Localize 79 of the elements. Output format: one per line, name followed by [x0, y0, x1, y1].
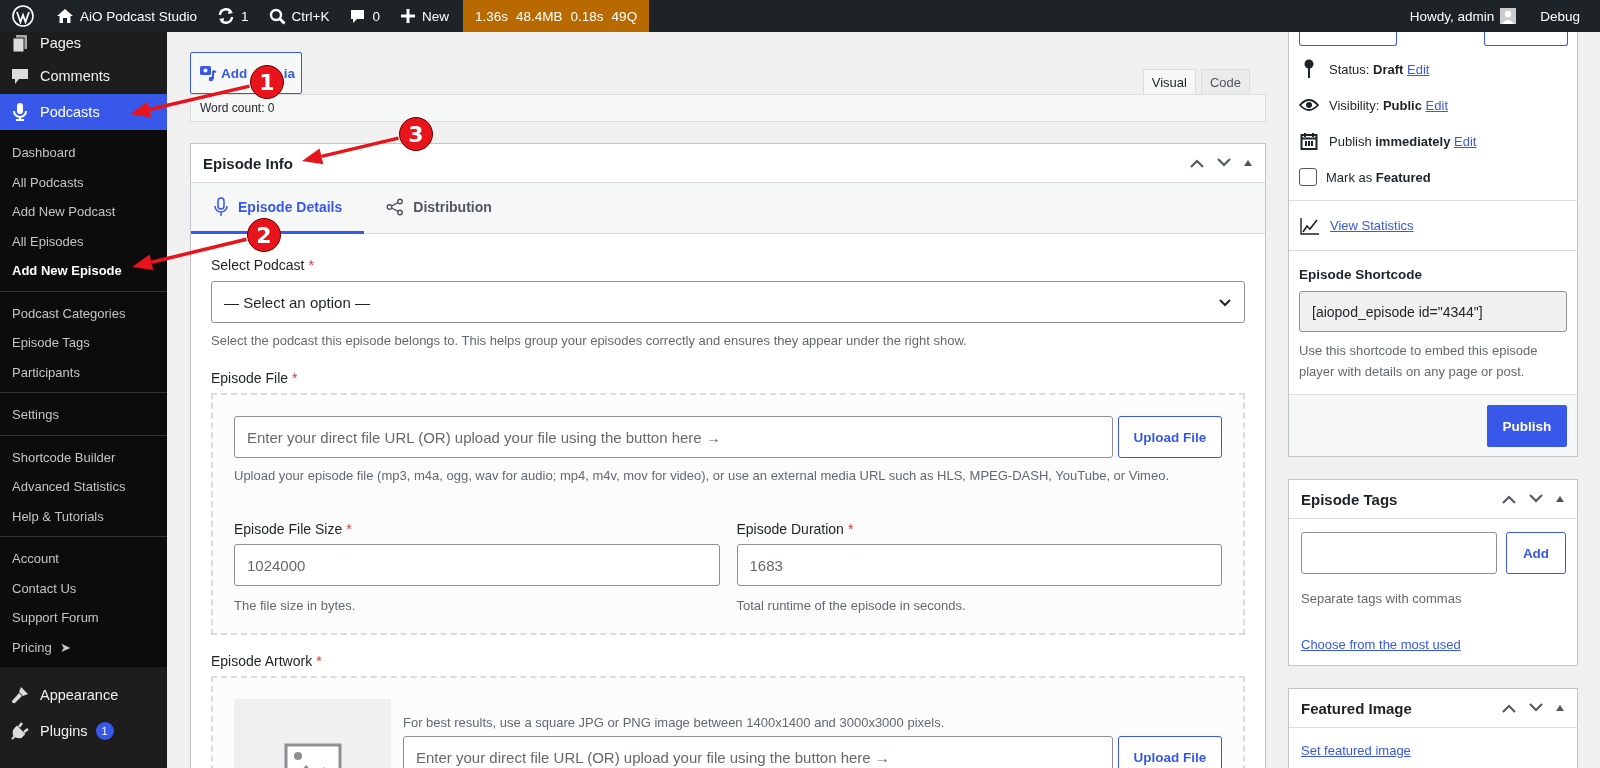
- podcast-select[interactable]: — Select an option —: [211, 281, 1245, 323]
- site-link[interactable]: AiO Podcast Studio: [46, 8, 208, 24]
- submenu-item[interactable]: All Episodes: [0, 226, 167, 256]
- status-text: Publish immediately Edit: [1329, 133, 1477, 149]
- number-input[interactable]: 1683: [736, 544, 1222, 586]
- panel-title: Featured Image: [1301, 699, 1412, 717]
- add-tag-button[interactable]: Add: [1506, 532, 1566, 574]
- help-text: The file size in bytes.: [234, 597, 357, 615]
- field-label: Episode File: [211, 370, 289, 386]
- editor-mode-tab[interactable]: Visual: [1142, 69, 1196, 94]
- submenu-item[interactable]: Shortcode Builder: [0, 442, 167, 472]
- sidebar-item[interactable]: Podcasts: [0, 94, 167, 130]
- submenu-item[interactable]: Advanced Statistics: [0, 472, 167, 502]
- submenu-item[interactable]: Support Forum: [0, 603, 167, 633]
- upload-file-button[interactable]: Upload File: [1118, 736, 1222, 768]
- field-label: Select Podcast: [211, 257, 305, 273]
- sidebar-item[interactable]: Comments: [0, 58, 167, 94]
- debug-stat: 48.4MB: [516, 8, 563, 24]
- account-link[interactable]: Howdy, admin: [1399, 8, 1527, 24]
- submenu-item[interactable]: Help & Tutorials: [0, 501, 167, 531]
- required-mark: *: [316, 653, 322, 669]
- required-mark: *: [308, 257, 314, 273]
- file-url-input[interactable]: Enter your direct file URL (OR) upload your file using the button here →: [234, 416, 1113, 458]
- sidebar-item[interactable]: Pages: [0, 32, 167, 58]
- required-mark: *: [346, 521, 352, 537]
- status-text: Status: Draft Edit: [1329, 61, 1430, 77]
- debug-stats-panel[interactable]: 1.36s 48.4MB 0.18s 49Q: [463, 0, 650, 32]
- debug-stat: 0.18s: [570, 8, 604, 24]
- checkbox-label: Mark as Featured: [1326, 169, 1431, 185]
- edit-link[interactable]: Edit: [1407, 61, 1430, 77]
- help-text: Use this shortcode to embed this episode player with details on any page or post.: [1299, 342, 1539, 381]
- number-input[interactable]: 1024000: [234, 544, 720, 586]
- word-count: Word count: 0: [200, 101, 275, 115]
- debug-link[interactable]: Debug: [1526, 8, 1600, 24]
- artwork-url-input[interactable]: Enter your direct file URL (OR) upload your file using the button here →: [403, 736, 1113, 768]
- update-count-badge: 1: [95, 722, 114, 740]
- submenu-item[interactable]: Settings: [0, 400, 167, 430]
- submenu-item[interactable]: Add New Podcast: [0, 197, 167, 227]
- section-tab[interactable]: Distribution: [364, 183, 514, 234]
- help-text: Upload your episode file (mp3, m4a, ogg, wav for audio; mp4, m4v, mov for video), or use an external media URL such as HLS, MPEG-DASH, YouTube, or Vimeo.: [234, 467, 1170, 485]
- panel-title: Episode Tags: [1301, 490, 1398, 508]
- submenu-item[interactable]: Pricing ➤: [0, 632, 167, 662]
- set-featured-image-link[interactable]: Set featured image: [1301, 743, 1411, 758]
- submenu-item[interactable]: Dashboard: [0, 138, 167, 168]
- required-mark: *: [847, 521, 854, 537]
- edit-link[interactable]: Edit: [1425, 97, 1448, 113]
- help-text: For best results, use a square JPG or PNG image between 1400x1400 and 3000x3000 pixels.: [403, 714, 946, 732]
- publish-button[interactable]: Publish: [1487, 405, 1567, 447]
- new-link[interactable]: New: [390, 8, 459, 24]
- edit-link[interactable]: Edit: [1454, 133, 1477, 149]
- editor-mode-tab[interactable]: Code: [1200, 69, 1250, 94]
- submenu-item[interactable]: Account: [0, 544, 167, 574]
- help-text: Separate tags with commas: [1301, 590, 1463, 608]
- debug-stat: 49Q: [611, 8, 638, 24]
- sidebar-item[interactable]: Plugins 1: [0, 713, 167, 749]
- field-label: Episode Duration: [736, 521, 844, 537]
- sidebar-item[interactable]: Appearance: [0, 677, 167, 713]
- field-label: Episode Artwork: [211, 653, 313, 669]
- status-text: Visibility: Public Edit: [1329, 97, 1448, 113]
- submenu-item[interactable]: All Podcasts: [0, 167, 167, 197]
- upload-file-button[interactable]: Upload File: [1118, 416, 1222, 458]
- field-label: Episode File Size: [234, 521, 343, 537]
- view-statistics-link[interactable]: View Statistics: [1330, 218, 1414, 233]
- most-used-tags-link[interactable]: Choose from the most used: [1301, 637, 1461, 652]
- comments-link[interactable]: 0: [339, 7, 390, 25]
- submenu-item[interactable]: Episode Tags: [0, 328, 167, 358]
- search-link[interactable]: Ctrl+K: [258, 7, 340, 25]
- help-text: Select the podcast this episode belongs to. This helps group your episodes correctly and ensures they appear under the right show.: [211, 332, 968, 350]
- help-text: Total runtime of the episode in seconds.: [736, 597, 967, 615]
- panel-title: Episode Info: [203, 154, 293, 172]
- debug-stat: 1.36s: [475, 8, 509, 24]
- submenu-item[interactable]: Participants: [0, 357, 167, 387]
- required-mark: *: [292, 370, 298, 386]
- submenu-item[interactable]: Podcast Categories: [0, 298, 167, 328]
- section-title: Episode Shortcode: [1299, 267, 1424, 282]
- submenu-item[interactable]: Contact Us: [0, 573, 167, 603]
- shortcode-field[interactable]: [aiopod_episode id="4344"]: [1299, 291, 1567, 332]
- updates-link[interactable]: 1: [207, 7, 259, 25]
- submenu-item[interactable]: Add New Episode: [0, 256, 167, 286]
